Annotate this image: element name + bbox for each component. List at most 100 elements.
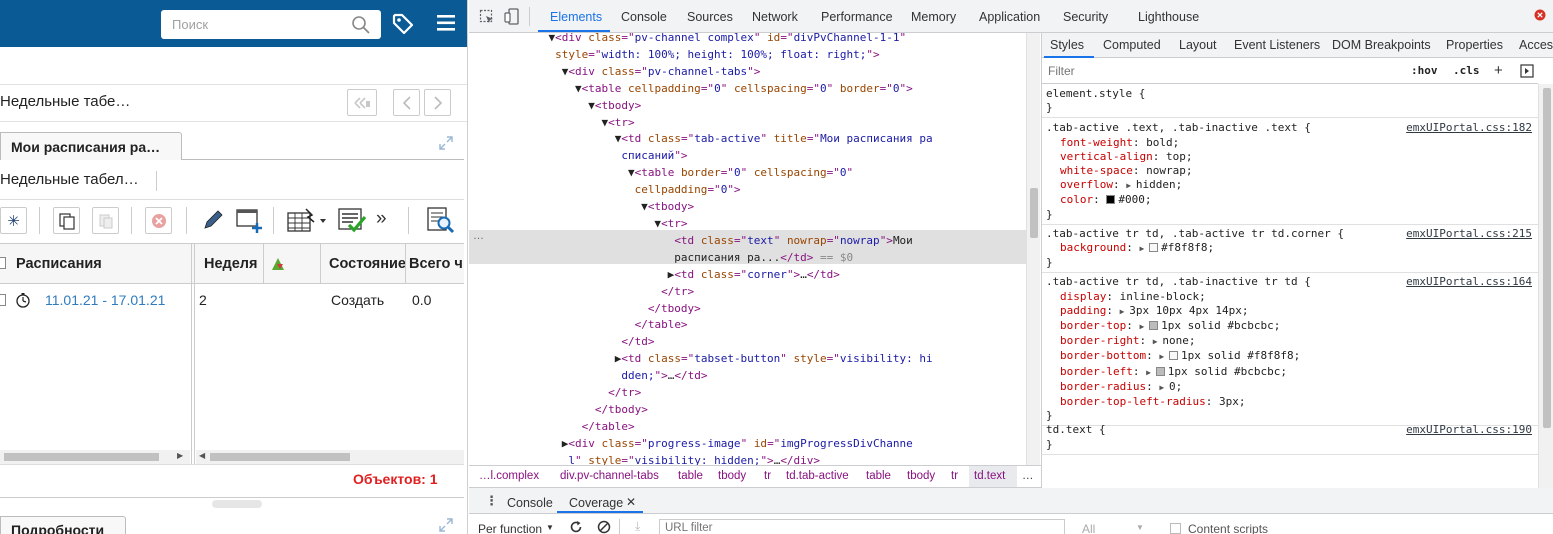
css-rule[interactable]: .tab-active tr td, .tab-inactive tr td {… xyxy=(1042,273,1538,427)
expand-arrow-icon[interactable]: ▶ xyxy=(1146,368,1156,377)
per-function-select[interactable]: Per function xyxy=(478,522,542,534)
schedule-link[interactable]: 11.01.21 - 17.01.21 xyxy=(45,292,165,308)
css-declaration[interactable]: border-bottom: ▶ 1px solid #f8f8f8; xyxy=(1046,349,1538,364)
css-declaration[interactable]: font-weight: bold; xyxy=(1046,136,1538,150)
styles-filter-input[interactable] xyxy=(1044,61,1406,81)
expand-arrow-icon[interactable]: ▶ xyxy=(1120,307,1130,316)
report-search-icon[interactable] xyxy=(424,205,456,235)
css-declaration[interactable]: white-space: nowrap; xyxy=(1046,164,1538,178)
css-declaration[interactable]: display: inline-block; xyxy=(1046,290,1538,304)
sort-icon[interactable] xyxy=(270,256,288,275)
expand-icon[interactable] xyxy=(438,517,454,534)
column-header-week[interactable]: Неделя xyxy=(204,256,257,272)
css-rule[interactable]: .tab-active .text, .tab-inactive .text {… xyxy=(1042,119,1538,225)
css-declaration[interactable]: border-left: ▶ 1px solid #bcbcbc; xyxy=(1046,365,1538,380)
expand-arrow-icon[interactable]: ▶ xyxy=(1139,244,1149,253)
css-rule[interactable]: .tab-active tr td, .tab-active tr td.cor… xyxy=(1042,225,1538,274)
toggle-sidebar-icon[interactable] xyxy=(1520,64,1534,81)
css-declaration[interactable]: color: #000; xyxy=(1046,193,1538,207)
splitter-handle[interactable] xyxy=(212,500,262,508)
prev-button[interactable] xyxy=(393,89,420,116)
tab-layout[interactable]: Layout xyxy=(1179,38,1217,52)
search-input[interactable] xyxy=(161,10,341,39)
drawer-menu-icon[interactable]: ⋮ xyxy=(485,493,498,509)
css-declaration[interactable]: border-right: ▶ none; xyxy=(1046,334,1538,349)
tree-scrollbar[interactable] xyxy=(1026,33,1040,465)
tab-network[interactable]: Network xyxy=(752,10,798,24)
css-declaration[interactable]: border-top-left-radius: 3px; xyxy=(1046,395,1538,409)
edit-icon[interactable] xyxy=(200,205,226,235)
tab-performance[interactable]: Performance xyxy=(821,10,893,24)
export-icon[interactable]: ⤓ xyxy=(635,519,640,534)
crumb-1[interactable]: …l.complex xyxy=(479,470,539,482)
crumb-7[interactable]: table xyxy=(866,470,891,482)
expand-arrow-icon[interactable]: ▶ xyxy=(1159,352,1169,361)
crumb-2[interactable]: div.pv-channel-tabs xyxy=(560,470,659,482)
type-select[interactable]: All xyxy=(1082,522,1095,534)
css-declaration[interactable]: background: ▶ #f8f8f8; xyxy=(1046,241,1538,256)
color-swatch-icon[interactable] xyxy=(1168,351,1178,361)
reload-icon[interactable] xyxy=(569,520,583,534)
inspect-icon[interactable] xyxy=(479,9,495,28)
column-header-state[interactable]: Состояние xyxy=(329,256,405,272)
tab-security[interactable]: Security xyxy=(1063,10,1108,24)
column-header-schedules[interactable]: Расписания xyxy=(16,256,102,272)
color-swatch-icon[interactable] xyxy=(1106,195,1116,205)
tab-properties[interactable]: Properties xyxy=(1446,38,1503,52)
expand-arrow-icon[interactable]: ▶ xyxy=(1159,383,1169,392)
tab-styles[interactable]: Styles xyxy=(1050,38,1084,52)
expand-arrow-icon[interactable]: ▶ xyxy=(1153,337,1163,346)
tab-event-listeners[interactable]: Event Listeners xyxy=(1234,38,1320,52)
device-toolbar-icon[interactable] xyxy=(504,8,520,28)
color-swatch-icon[interactable] xyxy=(1149,321,1159,330)
css-source-link[interactable]: emxUIPortal.css:164 xyxy=(1406,275,1532,289)
tab-lighthouse[interactable]: Lighthouse xyxy=(1138,10,1199,24)
add-window-icon[interactable] xyxy=(234,205,266,235)
error-icon[interactable] xyxy=(1534,9,1546,24)
menu-icon[interactable] xyxy=(437,14,457,35)
tag-icon[interactable] xyxy=(391,12,415,39)
tab-accessibility[interactable]: Access xyxy=(1519,38,1553,52)
delete-button[interactable] xyxy=(145,207,172,234)
expand-arrow-icon[interactable]: ▶ xyxy=(1139,322,1149,331)
close-icon[interactable]: ✕ xyxy=(626,495,636,509)
tab-console[interactable]: Console xyxy=(621,10,667,24)
elements-tree[interactable]: … ▼<div class="pv-channel complex" id="d… xyxy=(469,33,1026,465)
copy-button[interactable] xyxy=(53,207,80,234)
tab-sources[interactable]: Sources xyxy=(687,10,733,24)
expand-icon[interactable] xyxy=(438,135,454,154)
search-icon[interactable] xyxy=(351,15,371,38)
css-declaration[interactable]: border-top: ▶ 1px solid #bcbcbc; xyxy=(1046,319,1538,334)
select-all-checkbox[interactable] xyxy=(0,257,6,269)
crumb-more[interactable]: … xyxy=(1022,470,1034,482)
clear-icon[interactable] xyxy=(597,520,611,534)
drawer-tab-coverage[interactable]: Coverage xyxy=(569,496,623,510)
content-scripts-checkbox[interactable] xyxy=(1170,523,1181,534)
column-header-total[interactable]: Всего ч xyxy=(409,256,467,272)
tab-my-schedules[interactable]: Мои расписания ра… xyxy=(0,132,182,160)
css-source-link[interactable]: emxUIPortal.css:190 xyxy=(1406,423,1532,437)
styles-scrollbar[interactable] xyxy=(1538,84,1553,488)
next-button[interactable] xyxy=(424,89,451,116)
add-button[interactable]: ✳ xyxy=(0,207,27,234)
css-declaration[interactable]: vertical-align: top; xyxy=(1046,150,1538,164)
more-icon[interactable]: » xyxy=(376,208,387,230)
crumb-10[interactable]: td.text xyxy=(974,470,1005,482)
tab-memory[interactable]: Memory xyxy=(911,10,956,24)
css-source-link[interactable]: emxUIPortal.css:215 xyxy=(1406,227,1532,241)
crumb-9[interactable]: tr xyxy=(951,470,958,482)
row-checkbox[interactable] xyxy=(0,294,6,306)
tab-dom-breakpoints[interactable]: DOM Breakpoints xyxy=(1332,38,1431,52)
search-box[interactable] xyxy=(161,10,381,39)
crumb-6[interactable]: td.tab-active xyxy=(786,470,849,482)
expand-arrow-icon[interactable]: ▶ xyxy=(1126,181,1136,190)
new-rule-icon[interactable]: + xyxy=(1494,62,1503,79)
cls-toggle[interactable]: .cls xyxy=(1453,64,1480,77)
css-declaration[interactable]: overflow: ▶ hidden; xyxy=(1046,178,1538,193)
css-source-link[interactable]: emxUIPortal.css:182 xyxy=(1406,121,1532,135)
crumb-4[interactable]: tbody xyxy=(718,470,746,482)
color-swatch-icon[interactable] xyxy=(1155,366,1165,376)
tab-application[interactable]: Application xyxy=(979,10,1040,24)
tab-details[interactable]: Подробности xyxy=(0,516,126,534)
color-swatch-icon[interactable] xyxy=(1149,243,1159,252)
